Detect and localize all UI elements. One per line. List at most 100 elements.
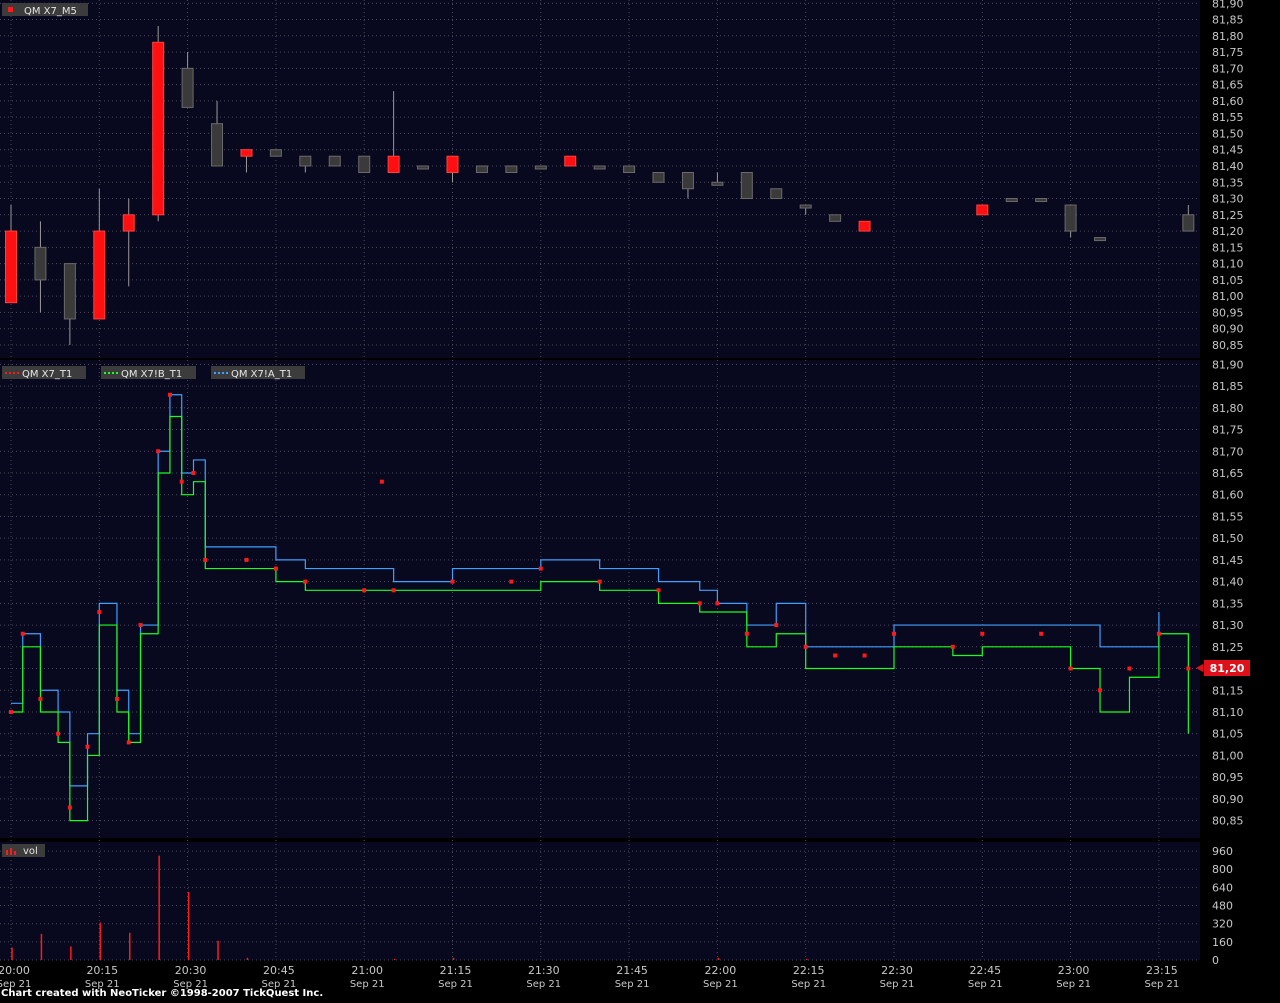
trade-point [656, 588, 661, 593]
y-tick-1-2: 81,80 [1212, 402, 1244, 415]
trade-point [1039, 631, 1044, 636]
candle-body [475, 165, 488, 173]
trade-point [1156, 631, 1161, 636]
candle-body [652, 171, 665, 183]
y-tick-1-20: 80,90 [1212, 793, 1244, 806]
candle-body [211, 123, 224, 167]
x-tick-time-10: 22:30 [881, 964, 913, 977]
trade-point [980, 631, 985, 636]
trade-point [862, 653, 867, 658]
x-tick-time-12: 23:00 [1058, 964, 1090, 977]
y-tick-0-2: 81,80 [1212, 30, 1244, 43]
trade-point [303, 579, 308, 584]
legend-candles-label: QM X7_M5 [24, 6, 77, 17]
candle-body [505, 165, 518, 173]
legend-ask-label: QM X7!A_T1 [231, 369, 292, 380]
candle-body [5, 230, 17, 304]
y-tick-2-0: 960 [1212, 845, 1233, 858]
candle-body [1005, 198, 1018, 203]
trade-point [85, 744, 90, 749]
legend-volume-label: vol [23, 846, 38, 857]
y-tick-2-1: 800 [1212, 863, 1233, 876]
y-tick-1-15: 81,15 [1212, 684, 1244, 697]
candle-body [770, 188, 783, 200]
trade-point [20, 631, 25, 636]
legend-bid[interactable]: QM X7!B_T1 [101, 366, 196, 380]
trade-point [597, 579, 602, 584]
y-tick-1-0: 81,90 [1212, 358, 1244, 371]
x-tick-date-12: Sep 21 [1056, 979, 1091, 990]
legend-volume[interactable]: vol [2, 844, 45, 857]
trade-point [114, 696, 119, 701]
trade-point [126, 740, 131, 745]
candle-body [740, 171, 753, 200]
legend-trade[interactable]: QM X7_T1 [2, 366, 86, 380]
y-tick-1-19: 80,95 [1212, 771, 1244, 784]
y-tick-1-7: 81,55 [1212, 510, 1244, 523]
candle-body [681, 171, 694, 190]
trade-point [273, 566, 278, 571]
candle-body [122, 214, 135, 232]
trade-point [950, 644, 955, 649]
x-tick-time-7: 21:45 [616, 964, 648, 977]
candle-body [328, 155, 341, 167]
legend-ask[interactable]: QM X7!A_T1 [211, 366, 305, 380]
trade-point [138, 623, 143, 628]
y-tick-1-11: 81,35 [1212, 597, 1244, 610]
candle-body [446, 155, 459, 173]
x-tick-time-6: 21:30 [528, 964, 560, 977]
trade-point [191, 470, 196, 475]
x-tick-date-10: Sep 21 [880, 979, 915, 990]
candle-body [858, 220, 871, 232]
y-tick-0-4: 81,70 [1212, 62, 1244, 75]
y-tick-0-3: 81,75 [1212, 46, 1244, 59]
candle-body [976, 204, 989, 216]
trade-point [391, 588, 396, 593]
candle-body [93, 230, 106, 320]
candle-body [1094, 237, 1107, 242]
trade-point [244, 557, 249, 562]
trade-point [156, 449, 161, 454]
candle-body [829, 214, 842, 222]
trade-point [744, 631, 749, 636]
trade-point [179, 479, 184, 484]
y-tick-2-2: 640 [1212, 881, 1233, 894]
candle-body [1064, 204, 1077, 232]
candle-body [534, 165, 547, 170]
y-tick-1-12: 81,30 [1212, 619, 1244, 632]
footer-credit: Chart created with NeoTicker ©1998-2007 … [1, 988, 323, 999]
x-tick-time-13: 23:15 [1146, 964, 1178, 977]
y-tick-0-13: 81,25 [1212, 209, 1244, 222]
x-tick-date-7: Sep 21 [615, 979, 650, 990]
candle-body [711, 181, 724, 186]
x-tick-time-9: 22:15 [793, 964, 825, 977]
y-tick-0-12: 81,30 [1212, 193, 1244, 206]
chart-svg: 20:00 Sep 21 20:15 Sep 21 20:30 Sep 21 20:45 Se… [0, 0, 1280, 999]
last-price-label: 81,20 [1210, 662, 1245, 675]
legend-candles[interactable]: QM X7_M5 [2, 3, 88, 17]
candle-body [564, 155, 577, 167]
trade-point [1068, 666, 1073, 671]
y-tick-0-5: 81,65 [1212, 79, 1244, 92]
x-tick-time-11: 22:45 [969, 964, 1001, 977]
candle-body [417, 165, 430, 170]
y-tick-0-19: 80,95 [1212, 306, 1244, 319]
trade-point [774, 623, 779, 628]
chart-window: 20:00 Sep 21 20:15 Sep 21 20:30 Sep 21 20:45 Se… [0, 0, 1280, 999]
candle-body [152, 41, 165, 216]
y-tick-1-1: 81,85 [1212, 380, 1244, 393]
y-tick-0-15: 81,15 [1212, 241, 1244, 254]
y-tick-1-3: 81,75 [1212, 424, 1244, 437]
panel-1 [0, 360, 1200, 838]
x-tick-time-0: 20:00 [0, 964, 30, 977]
y-tick-1-13: 81,25 [1212, 641, 1244, 654]
candle-body [299, 155, 312, 167]
trade-point [538, 566, 543, 571]
x-tick-date-13: Sep 21 [1145, 979, 1180, 990]
y-tick-0-14: 81,20 [1212, 225, 1244, 238]
y-tick-1-10: 81,40 [1212, 576, 1244, 589]
y-tick-2-4: 320 [1212, 918, 1233, 931]
legend-bid-label: QM X7!B_T1 [121, 369, 182, 380]
y-tick-1-21: 80,85 [1212, 815, 1244, 828]
trade-point [715, 601, 720, 606]
